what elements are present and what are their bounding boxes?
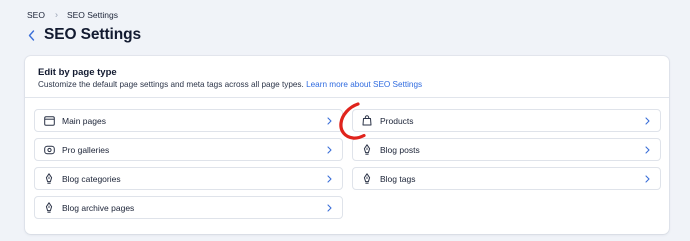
chevron-right-icon — [642, 145, 652, 154]
chevron-right-icon — [324, 174, 334, 183]
pen-nib-icon — [361, 173, 373, 185]
card-description: Customize the default page settings and … — [38, 80, 422, 89]
page-type-label: Blog archive pages — [62, 202, 135, 213]
chevron-right-icon — [642, 174, 652, 183]
page-type-pro-galleries[interactable]: Pro galleries — [34, 138, 343, 161]
gallery-icon — [43, 144, 55, 156]
page-type-products[interactable]: Products — [352, 109, 661, 132]
pen-nib-icon — [43, 202, 55, 214]
chevron-right-icon — [324, 116, 334, 125]
page-type-label: Blog posts — [380, 144, 420, 155]
breadcrumb: SEO › SEO Settings — [27, 9, 118, 21]
page-type-label: Main pages — [62, 115, 106, 126]
card-title: Edit by page type — [38, 67, 117, 78]
page-type-blog-tags[interactable]: Blog tags — [352, 167, 661, 190]
browser-window-icon — [43, 115, 55, 127]
chevron-right-icon — [642, 116, 652, 125]
card-description-text: Customize the default page settings and … — [38, 80, 304, 89]
chevron-right-icon — [324, 203, 334, 212]
page-type-blog-categories[interactable]: Blog categories — [34, 167, 343, 190]
page-title: SEO Settings — [44, 26, 141, 43]
chevron-right-icon — [324, 145, 334, 154]
page-type-blog-archive-pages[interactable]: Blog archive pages — [34, 196, 343, 219]
shopping-bag-icon — [361, 115, 373, 127]
page-type-label: Blog categories — [62, 173, 121, 184]
card-header: Edit by page type Customize the default … — [25, 56, 669, 98]
page-type-label: Blog tags — [380, 173, 416, 184]
page-type-blog-posts[interactable]: Blog posts — [352, 138, 661, 161]
page-types-card: Edit by page type Customize the default … — [25, 56, 669, 234]
pen-nib-icon — [361, 144, 373, 156]
page-header: SEO Settings — [24, 25, 141, 45]
breadcrumb-item-seo-settings: SEO Settings — [66, 10, 118, 20]
page-type-main-pages[interactable]: Main pages — [34, 109, 343, 132]
chevron-left-icon — [28, 29, 34, 41]
back-button[interactable] — [24, 25, 38, 45]
pen-nib-icon — [43, 173, 55, 185]
breadcrumb-item-seo[interactable]: SEO — [27, 10, 45, 20]
learn-more-link[interactable]: Learn more about SEO Settings — [306, 80, 422, 89]
chevron-right-icon: › — [54, 9, 58, 20]
page-type-label: Products — [380, 115, 414, 126]
page-type-label: Pro galleries — [62, 144, 110, 155]
